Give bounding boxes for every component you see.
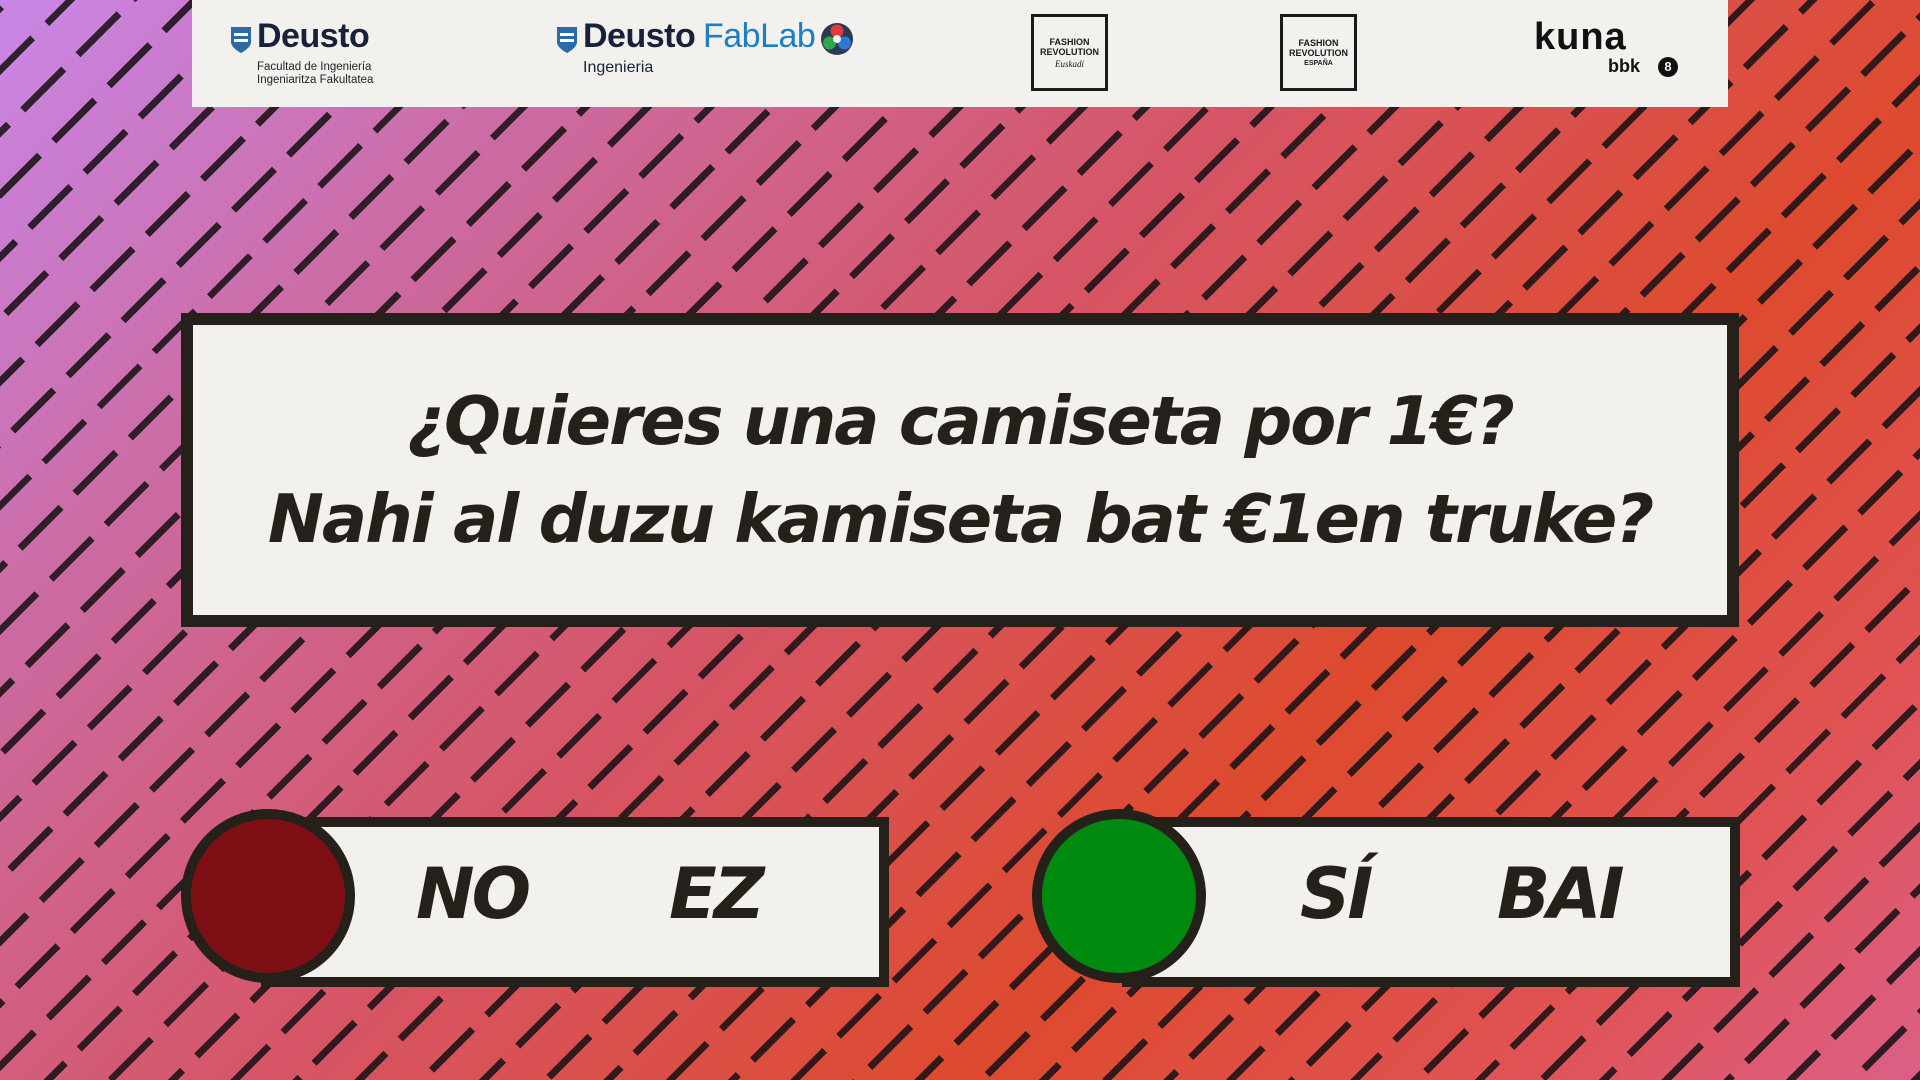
faculty-es: Facultad de Ingeniería — [257, 61, 372, 73]
fablab-name-a: Deusto — [583, 17, 696, 55]
shield-icon — [557, 27, 577, 53]
faculty-eu: Ingeniaritza Fakultatea — [257, 74, 374, 86]
question-basque: Nahi al duzu kamiseta bat €1en truke? — [267, 480, 1654, 558]
no-button-bar[interactable] — [261, 817, 889, 987]
yes-label-es: SÍ — [1300, 853, 1373, 935]
fashion-revolution-espana-logo: FASHION REVOLUTION ESPAÑA — [1280, 14, 1357, 91]
yes-button-bar[interactable] — [1122, 817, 1740, 987]
bbk-badge: 8 — [1658, 57, 1678, 77]
no-label-eu: EZ — [669, 853, 765, 935]
shield-icon — [231, 27, 251, 53]
no-button[interactable]: NO EZ — [181, 809, 889, 987]
fr-euskadi-sub: Euskadi — [1055, 58, 1084, 69]
yes-button[interactable]: SÍ BAI — [1032, 809, 1740, 987]
bbk-name: bbk — [1608, 56, 1641, 76]
kuna-name: kuna — [1534, 16, 1627, 58]
sponsor-logo-bar: Deusto Facultad de Ingeniería Ingeniarit… — [192, 0, 1728, 107]
red-circle-icon[interactable] — [181, 809, 355, 983]
yes-label-eu: BAI — [1497, 853, 1625, 935]
deusto-fablab-logo: Deusto FabLab Ingenieria — [556, 0, 876, 107]
deusto-name: Deusto — [257, 17, 370, 55]
fr-euskadi-line1: FASHION — [1049, 36, 1090, 47]
fr-espana-line2: REVOLUTION — [1288, 48, 1348, 58]
fablab-icon — [821, 23, 853, 55]
fr-euskadi-line2: REVOLUTION — [1039, 46, 1099, 57]
fablab-name-b: FabLab — [703, 17, 816, 55]
question-panel: ¿Quieres una camiseta por 1€? Nahi al du… — [181, 313, 1739, 627]
fr-espana-line1: FASHION — [1298, 38, 1339, 48]
fablab-sub: Ingenieria — [583, 59, 654, 76]
fashion-revolution-euskadi-logo: FASHION REVOLUTION Euskadi — [1031, 14, 1108, 91]
deusto-logo: Deusto Facultad de Ingeniería Ingeniarit… — [230, 0, 430, 107]
deusto-faculty: Facultad de Ingeniería Ingeniaritza Faku… — [257, 61, 373, 87]
kuna-bbk-logo: kuna bbk 8 — [1534, 0, 1694, 107]
fr-espana-sub: ESPAÑA — [1304, 60, 1333, 67]
no-label-es: NO — [416, 853, 531, 935]
question-spanish: ¿Quieres una camiseta por 1€? — [407, 382, 1515, 460]
green-circle-icon[interactable] — [1032, 809, 1206, 983]
